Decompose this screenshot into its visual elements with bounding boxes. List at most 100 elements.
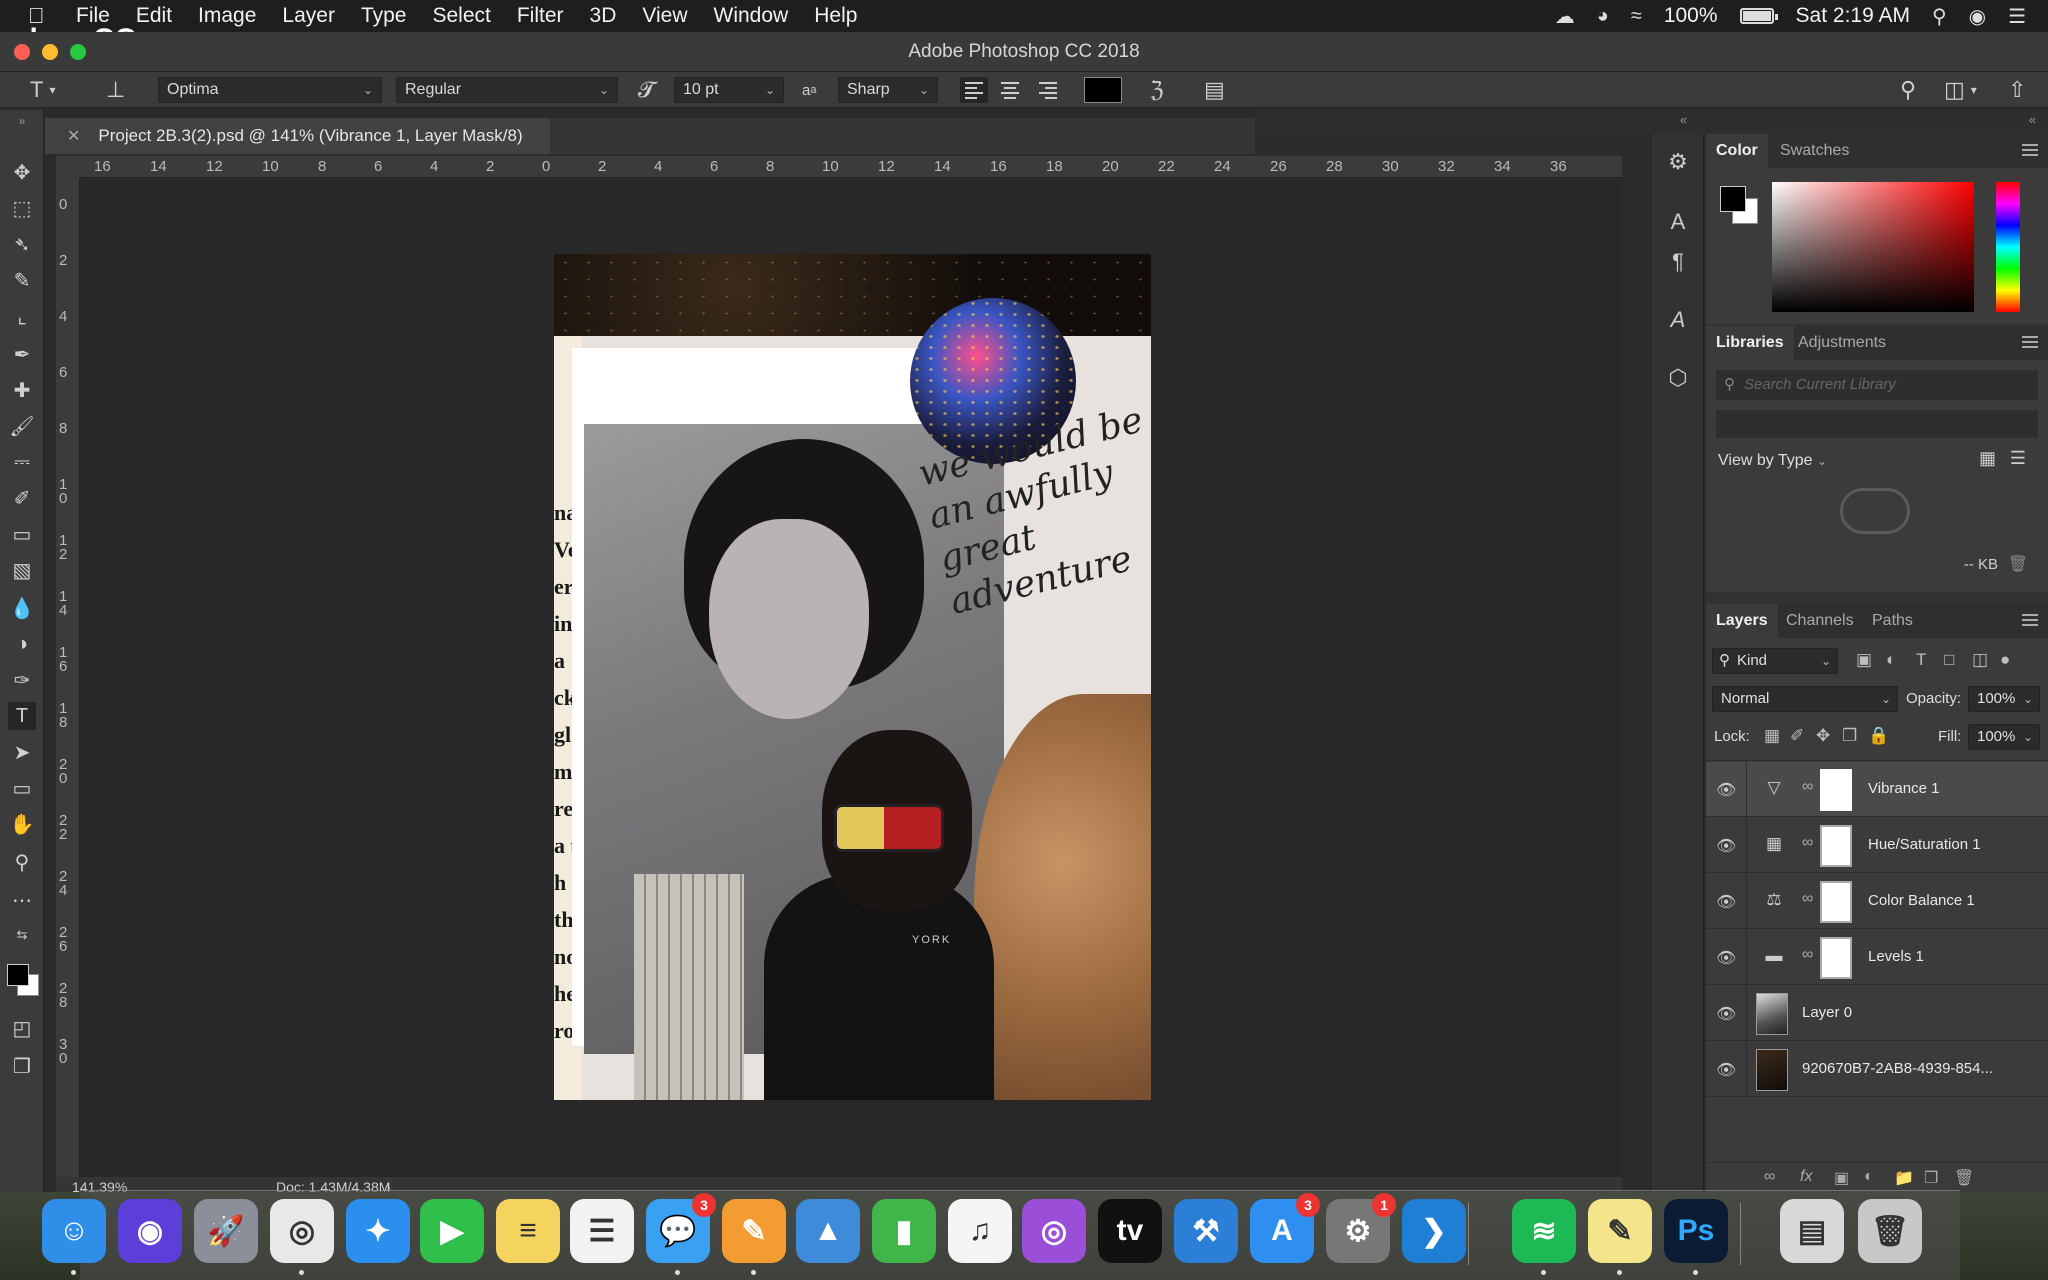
share-icon[interactable]: ⇧ xyxy=(2008,77,2026,103)
layer-row-hue-saturation[interactable]: 👁 ▦ ∞ Hue/Saturation 1 xyxy=(1706,818,2048,873)
paragraph-panel-icon[interactable]: ¶ xyxy=(1664,248,1692,276)
hue-spectrum-slider[interactable] xyxy=(1996,182,2020,312)
keynote-icon[interactable]: ▲ xyxy=(796,1199,860,1263)
rectangle-tool-icon[interactable]: ▭ xyxy=(8,774,36,802)
zoom-tool-icon[interactable]: ⚲ xyxy=(8,848,36,876)
document-canvas[interactable]: na Ve er ing a ck gl m f re a u h th nom… xyxy=(554,254,1151,1100)
lock-transparent-icon[interactable]: ▦ xyxy=(1764,726,1780,746)
filter-toggle-icon[interactable]: ● xyxy=(2000,650,2010,670)
gradient-tool-icon[interactable]: ▧ xyxy=(8,556,36,584)
3d-panel-icon[interactable]: ⬡ xyxy=(1664,364,1692,392)
text-color-swatch[interactable] xyxy=(1084,77,1122,103)
launchpad-icon[interactable]: 🚀 xyxy=(194,1199,258,1263)
menu-image[interactable]: Image xyxy=(198,4,256,28)
trash-icon[interactable]: 🗑 xyxy=(1858,1199,1922,1263)
screen-mode-icon[interactable]: ❐ xyxy=(8,1052,36,1080)
vscode-icon[interactable]: ❯ xyxy=(1402,1199,1466,1263)
type-tool-preset-icon[interactable]: T ▾ xyxy=(30,77,55,103)
stickies-icon[interactable]: ✎ xyxy=(1588,1199,1652,1275)
panel-menu-icon[interactable] xyxy=(2022,614,2038,629)
lock-position-icon[interactable]: ✥ xyxy=(1816,726,1830,746)
foreground-color-swatch[interactable] xyxy=(7,964,29,986)
color-foreground-swatch[interactable] xyxy=(1720,186,1746,212)
quick-mask-icon[interactable]: ◰ xyxy=(8,1014,36,1042)
filter-adjustment-icon[interactable]: ◐ xyxy=(1886,650,1896,670)
menu-view[interactable]: View xyxy=(642,4,687,28)
character-panel-icon[interactable]: A xyxy=(1664,208,1692,236)
podcasts-icon[interactable]: ◎ xyxy=(1022,1199,1086,1263)
lock-image-icon[interactable]: ✐ xyxy=(1790,726,1804,746)
layer-row-layer-0[interactable]: 👁 Layer 0 xyxy=(1706,986,2048,1041)
tab-color[interactable]: Color xyxy=(1706,134,1768,168)
workspace-icon[interactable]: ◫ ▾ xyxy=(1944,77,1977,103)
lock-artboard-icon[interactable]: ❐ xyxy=(1842,726,1857,746)
view-by-type-select[interactable]: View by Type ⌄ xyxy=(1718,452,1827,470)
new-adjustment-layer-icon[interactable]: ◐ xyxy=(1864,1168,1874,1186)
tab-channels[interactable]: Channels xyxy=(1776,604,1864,638)
menu-select[interactable]: Select xyxy=(432,4,490,28)
align-center-button[interactable] xyxy=(996,77,1024,103)
layer-row-vibrance[interactable]: 👁 ▽ ∞ Vibrance 1 xyxy=(1706,762,2048,817)
battery-icon[interactable] xyxy=(1739,8,1778,24)
ruler-origin[interactable] xyxy=(56,156,80,178)
filter-shape-icon[interactable]: □ xyxy=(1944,650,1954,670)
horizontal-ruler[interactable]: 16 14 12 10 8 6 4 2 0 2 4 6 8 10 12 14 16 18 20 22 24 26 28 30 3… xyxy=(80,156,1622,178)
canvas-area[interactable]: na Ve er ing a ck gl m f re a u h th nom… xyxy=(81,179,1622,1177)
hand-tool-icon[interactable]: ✋ xyxy=(8,810,36,838)
marquee-tool-icon[interactable]: ⬚ xyxy=(8,194,36,222)
history-brush-tool-icon[interactable]: ✐ xyxy=(8,484,36,512)
pages-icon[interactable]: ✎ xyxy=(722,1199,786,1275)
brush-tool-icon[interactable]: 🖌 xyxy=(8,412,36,440)
lock-all-icon[interactable]: 🔒 xyxy=(1868,726,1889,746)
quick-selection-tool-icon[interactable]: ✎ xyxy=(8,266,36,294)
tab-swatches[interactable]: Swatches xyxy=(1770,134,1859,168)
menu-clock[interactable]: Sat 2:19 AM xyxy=(1796,4,1910,28)
documents-folder-icon[interactable]: ▤ xyxy=(1780,1199,1844,1263)
notification-center-icon[interactable]: ☰ xyxy=(2008,4,2026,29)
layer-filter-kind-select[interactable]: ⚲ Kind ⌄ xyxy=(1712,648,1838,674)
grid-view-icon[interactable]: ▦ xyxy=(1979,448,1996,469)
eye-icon[interactable]: 👁 xyxy=(1716,780,1736,800)
tv-icon[interactable]: tv xyxy=(1098,1199,1162,1263)
photoshop-icon[interactable]: Ps xyxy=(1664,1199,1728,1275)
healing-brush-tool-icon[interactable]: ✚ xyxy=(8,376,36,404)
filter-type-icon[interactable]: T xyxy=(1916,650,1926,670)
layer-style-icon[interactable]: fx xyxy=(1800,1168,1812,1186)
adobe-sync-icon[interactable]: ◕ xyxy=(1597,5,1609,28)
warp-text-icon[interactable]: ℨ xyxy=(1150,77,1164,103)
align-right-button[interactable] xyxy=(1034,77,1062,103)
crop-tool-icon[interactable]: ⌞ xyxy=(8,302,36,330)
menu-window[interactable]: Window xyxy=(714,4,789,28)
messages-icon[interactable]: 💬 3 xyxy=(646,1193,716,1275)
layer-mask-thumbnail[interactable] xyxy=(1820,825,1852,867)
layer-mask-thumbnail[interactable] xyxy=(1820,937,1852,979)
vertical-ruler[interactable]: 0 2 4 6 8 10 12 14 16 18 20 22 24 26 28 30 xyxy=(56,178,80,1178)
new-layer-icon[interactable]: ❐ xyxy=(1924,1168,1938,1188)
tab-adjustments[interactable]: Adjustments xyxy=(1788,326,1896,360)
reminders-icon[interactable]: ☰ xyxy=(570,1199,634,1263)
filter-smart-object-icon[interactable]: ◫ xyxy=(1972,650,1988,670)
eye-icon[interactable]: 👁 xyxy=(1716,892,1736,912)
facetime-icon[interactable]: ▶ xyxy=(420,1199,484,1263)
link-layers-icon[interactable]: ∞ xyxy=(1764,1168,1775,1186)
close-tab-icon[interactable]: ✕ xyxy=(67,126,80,146)
wifi-icon[interactable]: ≈ xyxy=(1631,5,1642,28)
numbers-icon[interactable]: ▮ xyxy=(872,1199,936,1263)
collapse-panels-icon[interactable]: « xyxy=(2029,112,2036,127)
xcode-icon[interactable]: ⚒ xyxy=(1174,1199,1238,1263)
link-chain-icon[interactable]: ∞ xyxy=(1802,834,1813,852)
spotlight-search-icon[interactable]: ⚲ xyxy=(1932,4,1947,29)
menu-type[interactable]: Type xyxy=(361,4,407,28)
eyedropper-tool-icon[interactable]: ✒ xyxy=(8,340,36,368)
eye-icon[interactable]: 👁 xyxy=(1716,1004,1736,1024)
layer-row-levels[interactable]: 👁 ▬ ∞ Levels 1 xyxy=(1706,930,2048,985)
spotify-icon[interactable]: ≋ xyxy=(1512,1199,1576,1275)
fill-input[interactable]: 100% ⌄ xyxy=(1968,724,2040,750)
character-panel-toggle-icon[interactable]: ▤ xyxy=(1204,77,1225,103)
new-group-icon[interactable]: 📁 xyxy=(1894,1168,1914,1188)
search-icon[interactable]: ⚲ xyxy=(1900,77,1916,103)
notes-icon[interactable]: ≡ xyxy=(496,1199,560,1263)
font-style-select[interactable]: Regular ⌄ xyxy=(396,77,618,103)
tab-layers[interactable]: Layers xyxy=(1706,604,1778,638)
library-select[interactable] xyxy=(1716,410,2038,438)
